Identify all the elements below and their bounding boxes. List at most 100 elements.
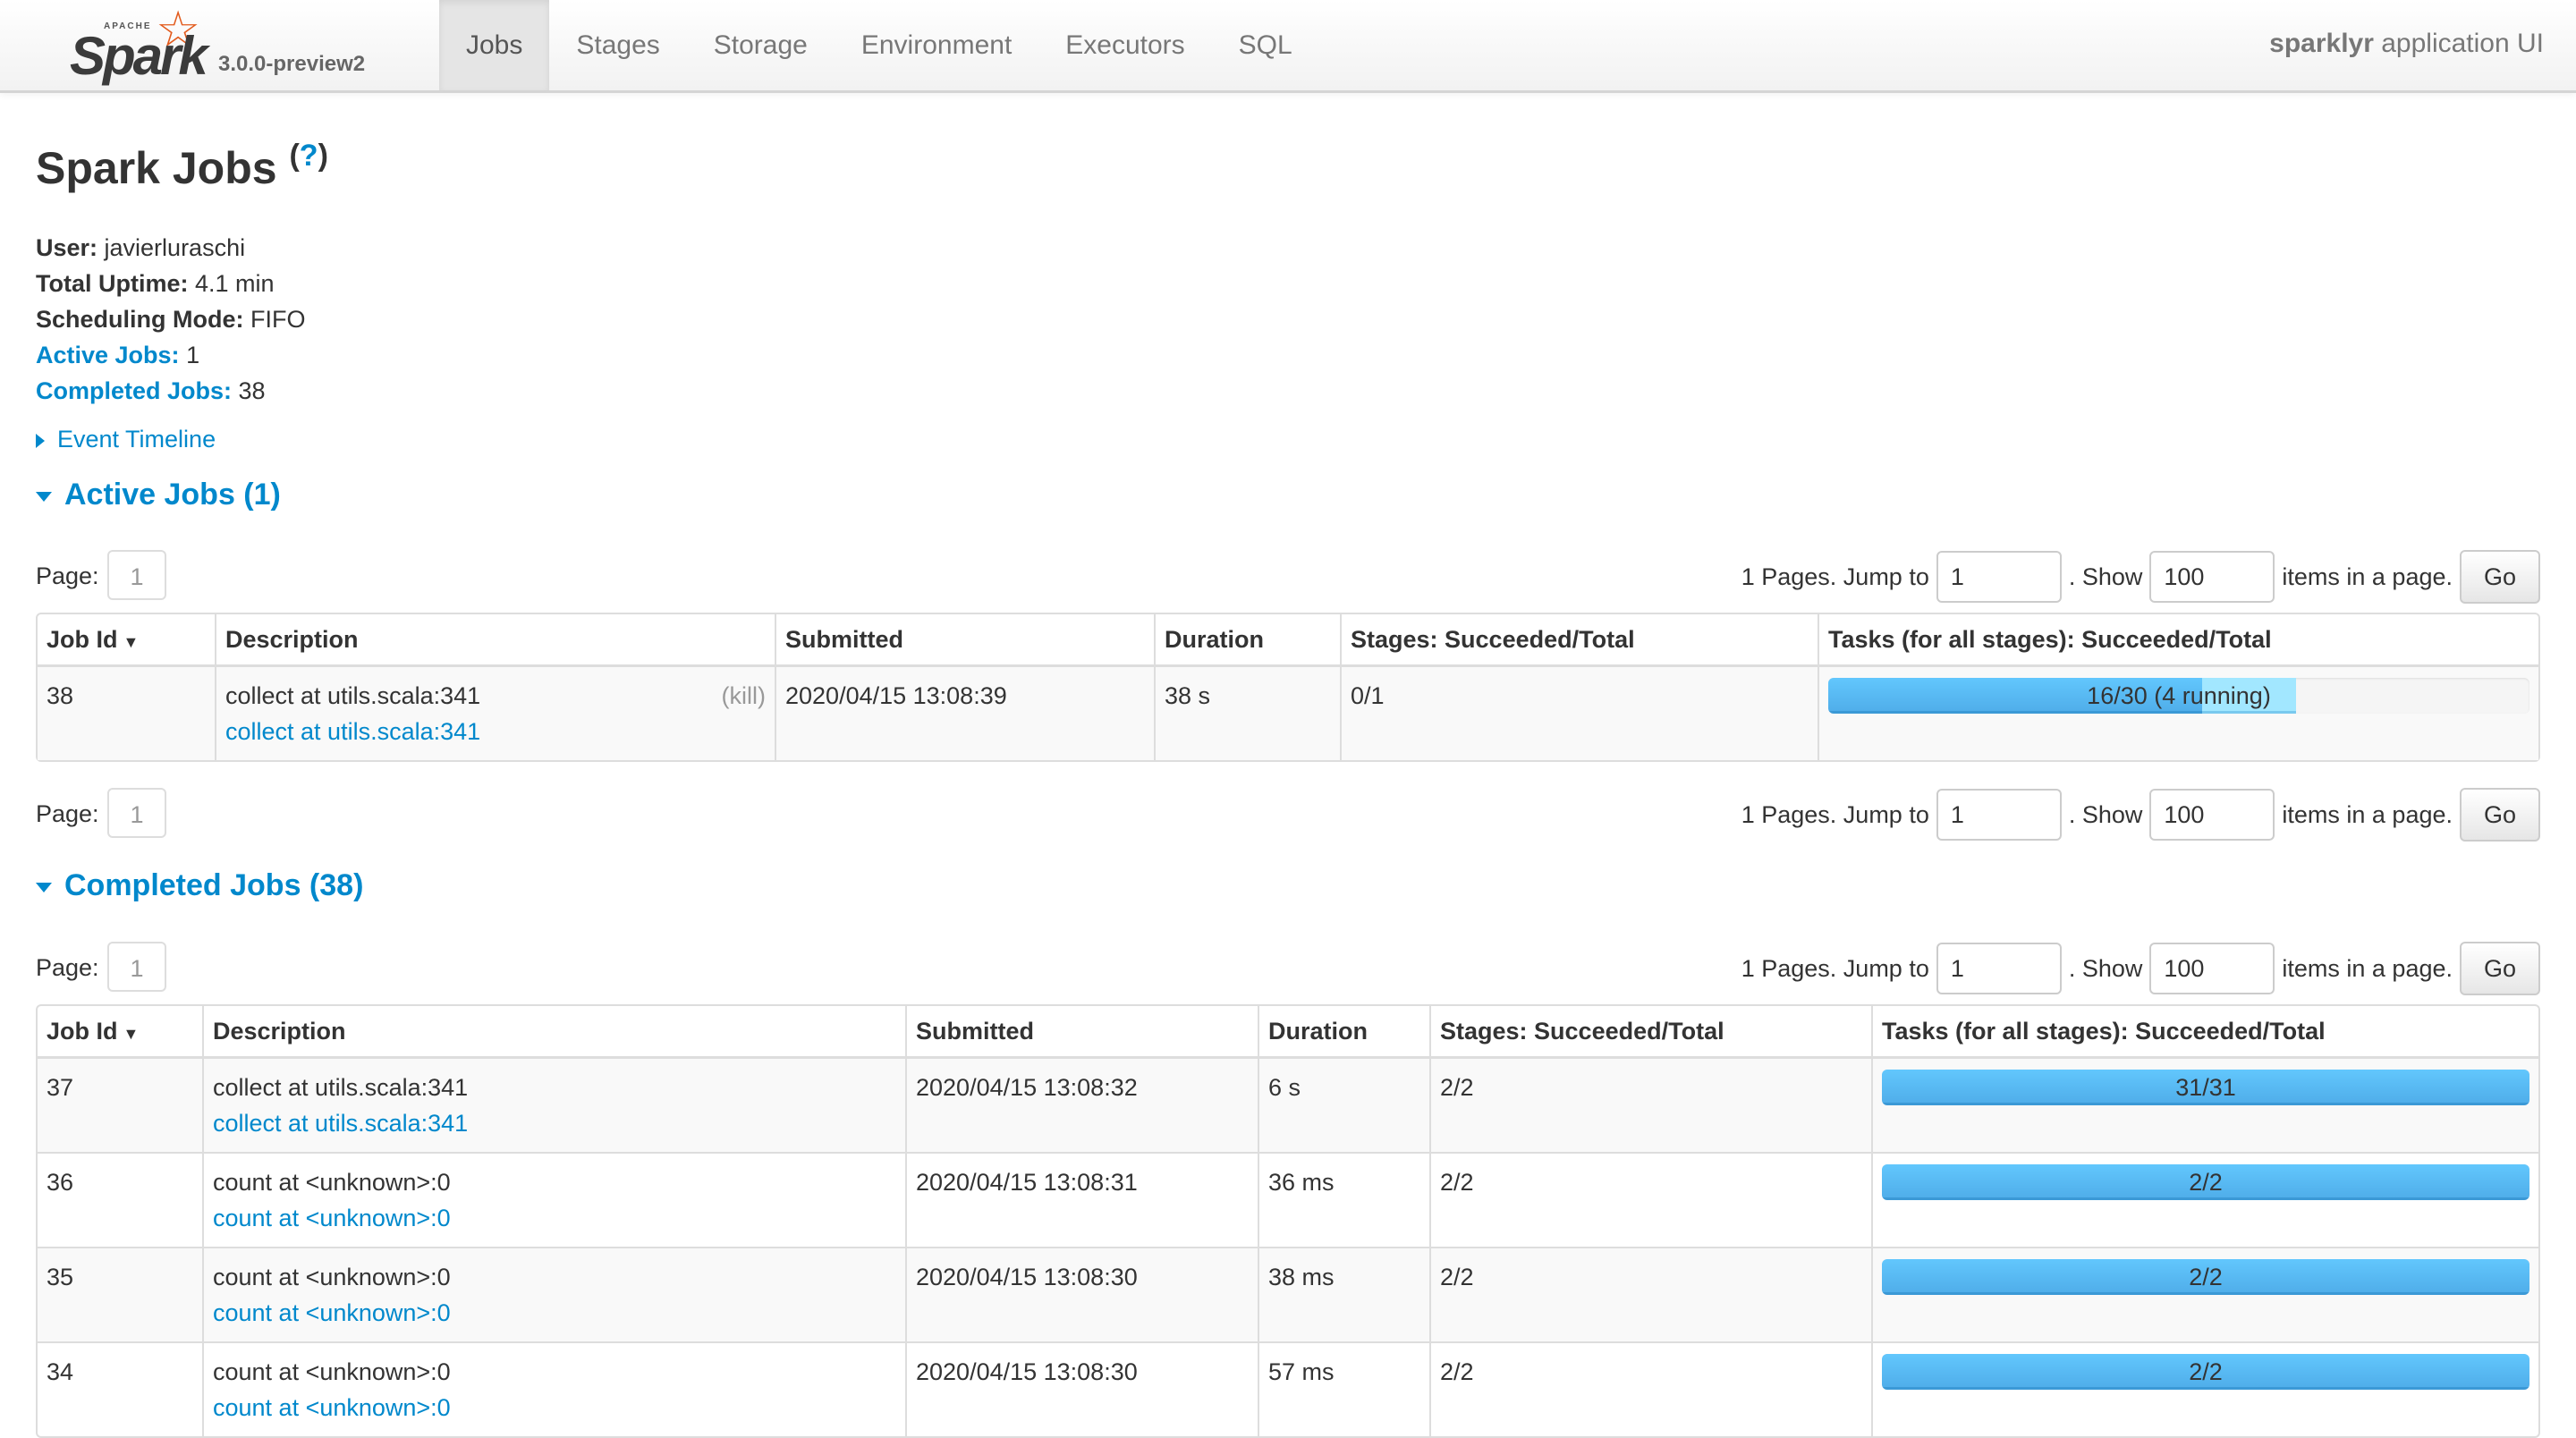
help-link[interactable]: (?) <box>289 139 327 173</box>
column-header[interactable]: Duration <box>1154 614 1340 667</box>
summary-list: User: javierluraschi Total Uptime: 4.1 m… <box>36 230 306 409</box>
description-cell: count at <unknown>:0 count at <unknown>:0 <box>202 1152 905 1247</box>
help-paren-open: ( <box>289 139 300 173</box>
page-size-input[interactable] <box>2149 943 2275 994</box>
nav-tabs: Jobs Stages Storage Environment Executor… <box>439 0 1319 90</box>
spark-logo[interactable]: APACHE ☆ Spark 3.0.0-preview2 <box>70 1 436 86</box>
job-detail-link[interactable]: collect at utils.scala:341 <box>225 718 480 745</box>
jump-to-input[interactable] <box>1936 551 2062 603</box>
active-jobs-link[interactable]: Active Jobs: <box>36 342 180 368</box>
page-title: Spark Jobs (?) <box>36 139 328 194</box>
page-size-input[interactable] <box>2149 551 2275 603</box>
sort-desc-icon: ▼ <box>123 1024 140 1043</box>
column-header-label: Duration <box>1165 625 1264 653</box>
active-pager-bottom: Page: 1 1 Pages. Jump to . Show items in… <box>36 788 2540 842</box>
items-text: items in a page. <box>2282 800 2453 828</box>
job-detail-link[interactable]: count at <unknown>:0 <box>213 1205 451 1231</box>
completed-jobs-count: 38 <box>232 377 266 404</box>
tab-environment[interactable]: Environment <box>835 0 1038 90</box>
column-header-label: Tasks (for all stages): Succeeded/Total <box>1882 1017 2326 1045</box>
column-header[interactable]: Duration <box>1258 1006 1429 1059</box>
user-value: javierluraschi <box>97 234 246 261</box>
column-header[interactable]: Job Id ▼ <box>38 1006 202 1059</box>
column-header-label: Duration <box>1268 1017 1368 1045</box>
caret-down-icon <box>36 882 52 892</box>
duration-cell: 38 ms <box>1258 1247 1429 1341</box>
tab-executors[interactable]: Executors <box>1038 0 1211 90</box>
page-number-button[interactable]: 1 <box>107 550 166 600</box>
completed-jobs-link[interactable]: Completed Jobs: <box>36 377 232 404</box>
active-jobs-table: Job Id ▼ Description Submitted Duration Stage… <box>36 613 2540 762</box>
kill-link[interactable]: (kill) <box>722 678 766 714</box>
duration-cell: 6 s <box>1258 1059 1429 1152</box>
page-number-button[interactable]: 1 <box>107 788 166 838</box>
column-header[interactable]: Description <box>202 1006 905 1059</box>
jump-to-input[interactable] <box>1936 789 2062 841</box>
column-header[interactable]: Tasks (for all stages): Succeeded/Total <box>1871 1006 2538 1059</box>
pages-text: 1 Pages. Jump to <box>1741 563 1929 590</box>
description-text: count at <unknown>:0 <box>213 1358 451 1385</box>
caret-right-icon <box>36 433 45 448</box>
active-jobs-title: Active Jobs (1) <box>64 478 281 512</box>
progress-label: 2/2 <box>2189 1358 2223 1385</box>
app-name-bold: sparklyr <box>2269 29 2374 58</box>
tab-storage[interactable]: Storage <box>687 0 835 90</box>
page-label: Page: <box>36 800 99 827</box>
task-progress-bar: 31/31 <box>1882 1070 2529 1105</box>
stages-cell: 2/2 <box>1429 1341 1871 1436</box>
completed-jobs-header[interactable]: Completed Jobs (38) <box>36 868 363 903</box>
column-header[interactable]: Stages: Succeeded/Total <box>1340 614 1818 667</box>
tab-sql[interactable]: SQL <box>1212 0 1319 90</box>
description-text: count at <unknown>:0 <box>213 1169 451 1196</box>
column-header[interactable]: Stages: Succeeded/Total <box>1429 1006 1871 1059</box>
progress-label: 31/31 <box>2175 1074 2236 1101</box>
table-row: 38 (kill) collect at utils.scala:341 collec… <box>38 667 2538 760</box>
brand-logo-text: Spark <box>70 26 208 86</box>
column-header[interactable]: Submitted <box>905 1006 1258 1059</box>
tab-jobs[interactable]: Jobs <box>439 0 550 90</box>
items-text: items in a page. <box>2282 954 2453 982</box>
job-detail-link[interactable]: collect at utils.scala:341 <box>213 1110 468 1137</box>
completed-jobs-title: Completed Jobs (38) <box>64 868 364 902</box>
job-detail-link[interactable]: count at <unknown>:0 <box>213 1394 451 1421</box>
progress-label: 2/2 <box>2189 1169 2223 1196</box>
submitted-cell: 2020/04/15 13:08:31 <box>905 1152 1258 1247</box>
column-header[interactable]: Submitted <box>775 614 1154 667</box>
uptime-value: 4.1 min <box>188 270 275 297</box>
go-button[interactable]: Go <box>2460 942 2540 995</box>
summary-user: User: javierluraschi <box>36 230 306 266</box>
column-header-label: Job Id <box>47 625 118 653</box>
summary-completed-jobs[interactable]: Completed Jobs: 38 <box>36 373 306 409</box>
column-header-label: Stages: Succeeded/Total <box>1440 1017 1724 1045</box>
uptime-label: Total Uptime: <box>36 270 189 297</box>
stages-cell: 2/2 <box>1429 1247 1871 1341</box>
column-header[interactable]: Tasks (for all stages): Succeeded/Total <box>1818 614 2538 667</box>
tasks-cell: 2/2 <box>1871 1341 2538 1436</box>
go-button[interactable]: Go <box>2460 788 2540 842</box>
page-size-input[interactable] <box>2149 789 2275 841</box>
column-header[interactable]: Job Id ▼ <box>38 614 215 667</box>
table-row: 35 count at <unknown>:0 count at <unknown>… <box>38 1247 2538 1341</box>
pages-text: 1 Pages. Jump to <box>1741 800 1929 828</box>
table-row: 36 count at <unknown>:0 count at <unknown>… <box>38 1152 2538 1247</box>
active-jobs-header[interactable]: Active Jobs (1) <box>36 478 281 512</box>
progress-label: 2/2 <box>2189 1264 2223 1290</box>
progress-label: 16/30 (4 running) <box>2087 682 2271 709</box>
event-timeline-toggle[interactable]: Event Timeline <box>36 426 216 453</box>
column-header[interactable]: Description <box>215 614 775 667</box>
summary-scheduling: Scheduling Mode: FIFO <box>36 301 306 337</box>
go-button[interactable]: Go <box>2460 550 2540 604</box>
tab-stages[interactable]: Stages <box>549 0 686 90</box>
table-header-row: Job Id ▼ Description Submitted Duration Stage… <box>38 1006 2538 1059</box>
help-icon[interactable]: ? <box>300 139 318 173</box>
page-number-button[interactable]: 1 <box>107 942 166 992</box>
jump-to-input[interactable] <box>1936 943 2062 994</box>
job-detail-link[interactable]: count at <unknown>:0 <box>213 1299 451 1326</box>
pager-controls: 1 Pages. Jump to . Show items in a page.… <box>1741 788 2540 842</box>
page-label: Page: <box>36 954 99 981</box>
tasks-cell: 16/30 (4 running) <box>1818 667 2538 760</box>
scheduling-value: FIFO <box>243 306 306 333</box>
spark-version: 3.0.0-preview2 <box>218 52 366 76</box>
summary-active-jobs[interactable]: Active Jobs: 1 <box>36 337 306 373</box>
submitted-cell: 2020/04/15 13:08:32 <box>905 1059 1258 1152</box>
